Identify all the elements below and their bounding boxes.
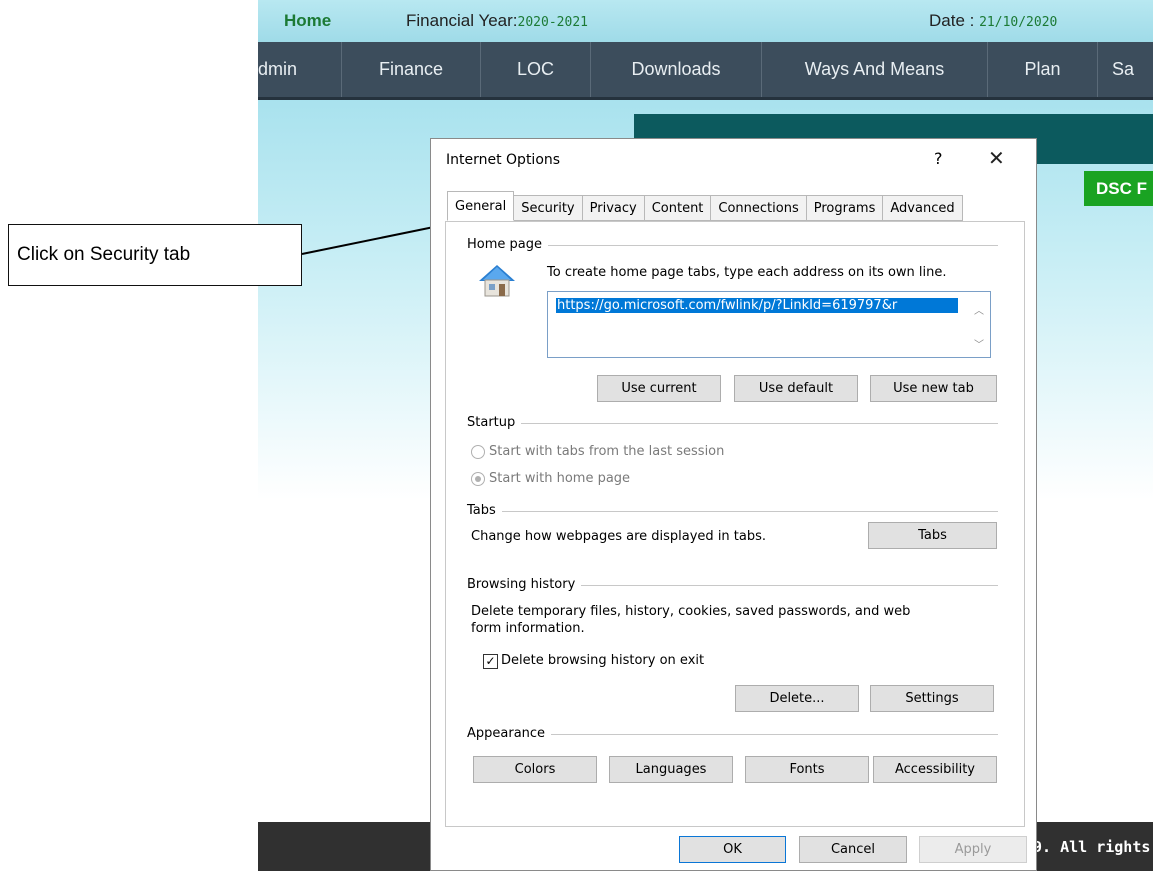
date-label: Date : bbox=[929, 11, 980, 30]
radio-home-page-label: Start with home page bbox=[489, 471, 631, 486]
nav-item-sa[interactable]: Sa bbox=[1098, 42, 1153, 97]
main-nav: dmin Finance LOC Downloads Ways And Mean… bbox=[258, 42, 1153, 100]
home-page-hint: To create home page tabs, type each addr… bbox=[547, 265, 947, 280]
tab-programs[interactable]: Programs bbox=[806, 195, 884, 221]
date-value: 21/10/2020 bbox=[979, 15, 1058, 30]
use-default-button[interactable]: Use default bbox=[734, 375, 858, 402]
tabs-button[interactable]: Tabs bbox=[868, 522, 997, 549]
scroll-up-icon[interactable]: ︿ bbox=[974, 302, 984, 317]
browsing-history-description-line1: Delete temporary files, history, cookies… bbox=[471, 604, 911, 619]
financial-year-label: Financial Year: bbox=[406, 11, 518, 30]
tab-privacy[interactable]: Privacy bbox=[582, 195, 645, 221]
tab-content[interactable]: Content bbox=[644, 195, 712, 221]
tab-general[interactable]: General bbox=[447, 191, 515, 221]
nav-item-plan[interactable]: Plan bbox=[988, 42, 1098, 97]
instruction-text: Click on Security tab bbox=[17, 244, 191, 265]
radio-last-session-label: Start with tabs from the last session bbox=[489, 444, 725, 459]
accessibility-button[interactable]: Accessibility bbox=[873, 756, 997, 783]
close-icon[interactable]: ✕ bbox=[988, 146, 1005, 170]
footer-copyright: 9. All rights bbox=[1033, 838, 1151, 856]
nav-item-ways-and-means[interactable]: Ways And Means bbox=[762, 42, 988, 97]
financial-year-value: 2020-2021 bbox=[517, 15, 588, 30]
appearance-group-label: Appearance bbox=[467, 726, 552, 741]
tab-connections[interactable]: Connections bbox=[711, 195, 807, 221]
scroll-down-icon[interactable]: ﹀ bbox=[974, 336, 984, 351]
fonts-button[interactable]: Fonts bbox=[745, 756, 869, 783]
nav-item-admin[interactable]: dmin bbox=[258, 42, 342, 97]
top-info-bar: Home Financial Year:2020-2021 Date : 21/… bbox=[258, 0, 1153, 42]
date: Date : 21/10/2020 bbox=[929, 11, 1057, 31]
radio-home-page[interactable] bbox=[471, 472, 485, 486]
home-link[interactable]: Home bbox=[284, 11, 331, 31]
tabs-description: Change how webpages are displayed in tab… bbox=[471, 529, 767, 544]
house-icon bbox=[477, 263, 517, 303]
home-page-group-label: Home page bbox=[467, 237, 548, 252]
dialog-tabs: General Security Privacy Content Connect… bbox=[447, 191, 963, 221]
ok-button[interactable]: OK bbox=[679, 836, 786, 863]
languages-button[interactable]: Languages bbox=[609, 756, 733, 783]
divider bbox=[467, 511, 998, 512]
tab-security[interactable]: Security bbox=[514, 195, 583, 221]
tab-advanced[interactable]: Advanced bbox=[883, 195, 963, 221]
cancel-button[interactable]: Cancel bbox=[799, 836, 907, 863]
use-new-tab-button[interactable]: Use new tab bbox=[870, 375, 997, 402]
home-page-url-input[interactable]: https://go.microsoft.com/fwlink/p/?LinkI… bbox=[547, 291, 991, 358]
delete-on-exit-checkbox[interactable]: ✓ bbox=[483, 654, 498, 669]
tabs-group-label: Tabs bbox=[467, 503, 502, 518]
delete-on-exit-label: Delete browsing history on exit bbox=[501, 653, 705, 668]
browsing-history-description-line2: form information. bbox=[471, 621, 585, 636]
instruction-callout: Click on Security tab bbox=[8, 224, 302, 286]
help-icon[interactable]: ? bbox=[934, 149, 943, 168]
radio-last-session[interactable] bbox=[471, 445, 485, 459]
apply-button[interactable]: Apply bbox=[919, 836, 1027, 863]
startup-group-label: Startup bbox=[467, 415, 522, 430]
home-page-url-text: https://go.microsoft.com/fwlink/p/?LinkI… bbox=[556, 298, 958, 313]
divider bbox=[467, 423, 998, 424]
colors-button[interactable]: Colors bbox=[473, 756, 597, 783]
dsc-button[interactable]: DSC F bbox=[1084, 171, 1153, 206]
internet-options-dialog: Internet Options ? ✕ General Security Pr… bbox=[430, 138, 1037, 871]
settings-button[interactable]: Settings bbox=[870, 685, 994, 712]
financial-year: Financial Year:2020-2021 bbox=[406, 11, 588, 31]
nav-item-finance[interactable]: Finance bbox=[342, 42, 481, 97]
use-current-button[interactable]: Use current bbox=[597, 375, 721, 402]
nav-item-downloads[interactable]: Downloads bbox=[591, 42, 762, 97]
browsing-history-group-label: Browsing history bbox=[467, 577, 582, 592]
delete-button[interactable]: Delete... bbox=[735, 685, 859, 712]
nav-item-loc[interactable]: LOC bbox=[481, 42, 591, 97]
dialog-title: Internet Options bbox=[446, 152, 561, 168]
